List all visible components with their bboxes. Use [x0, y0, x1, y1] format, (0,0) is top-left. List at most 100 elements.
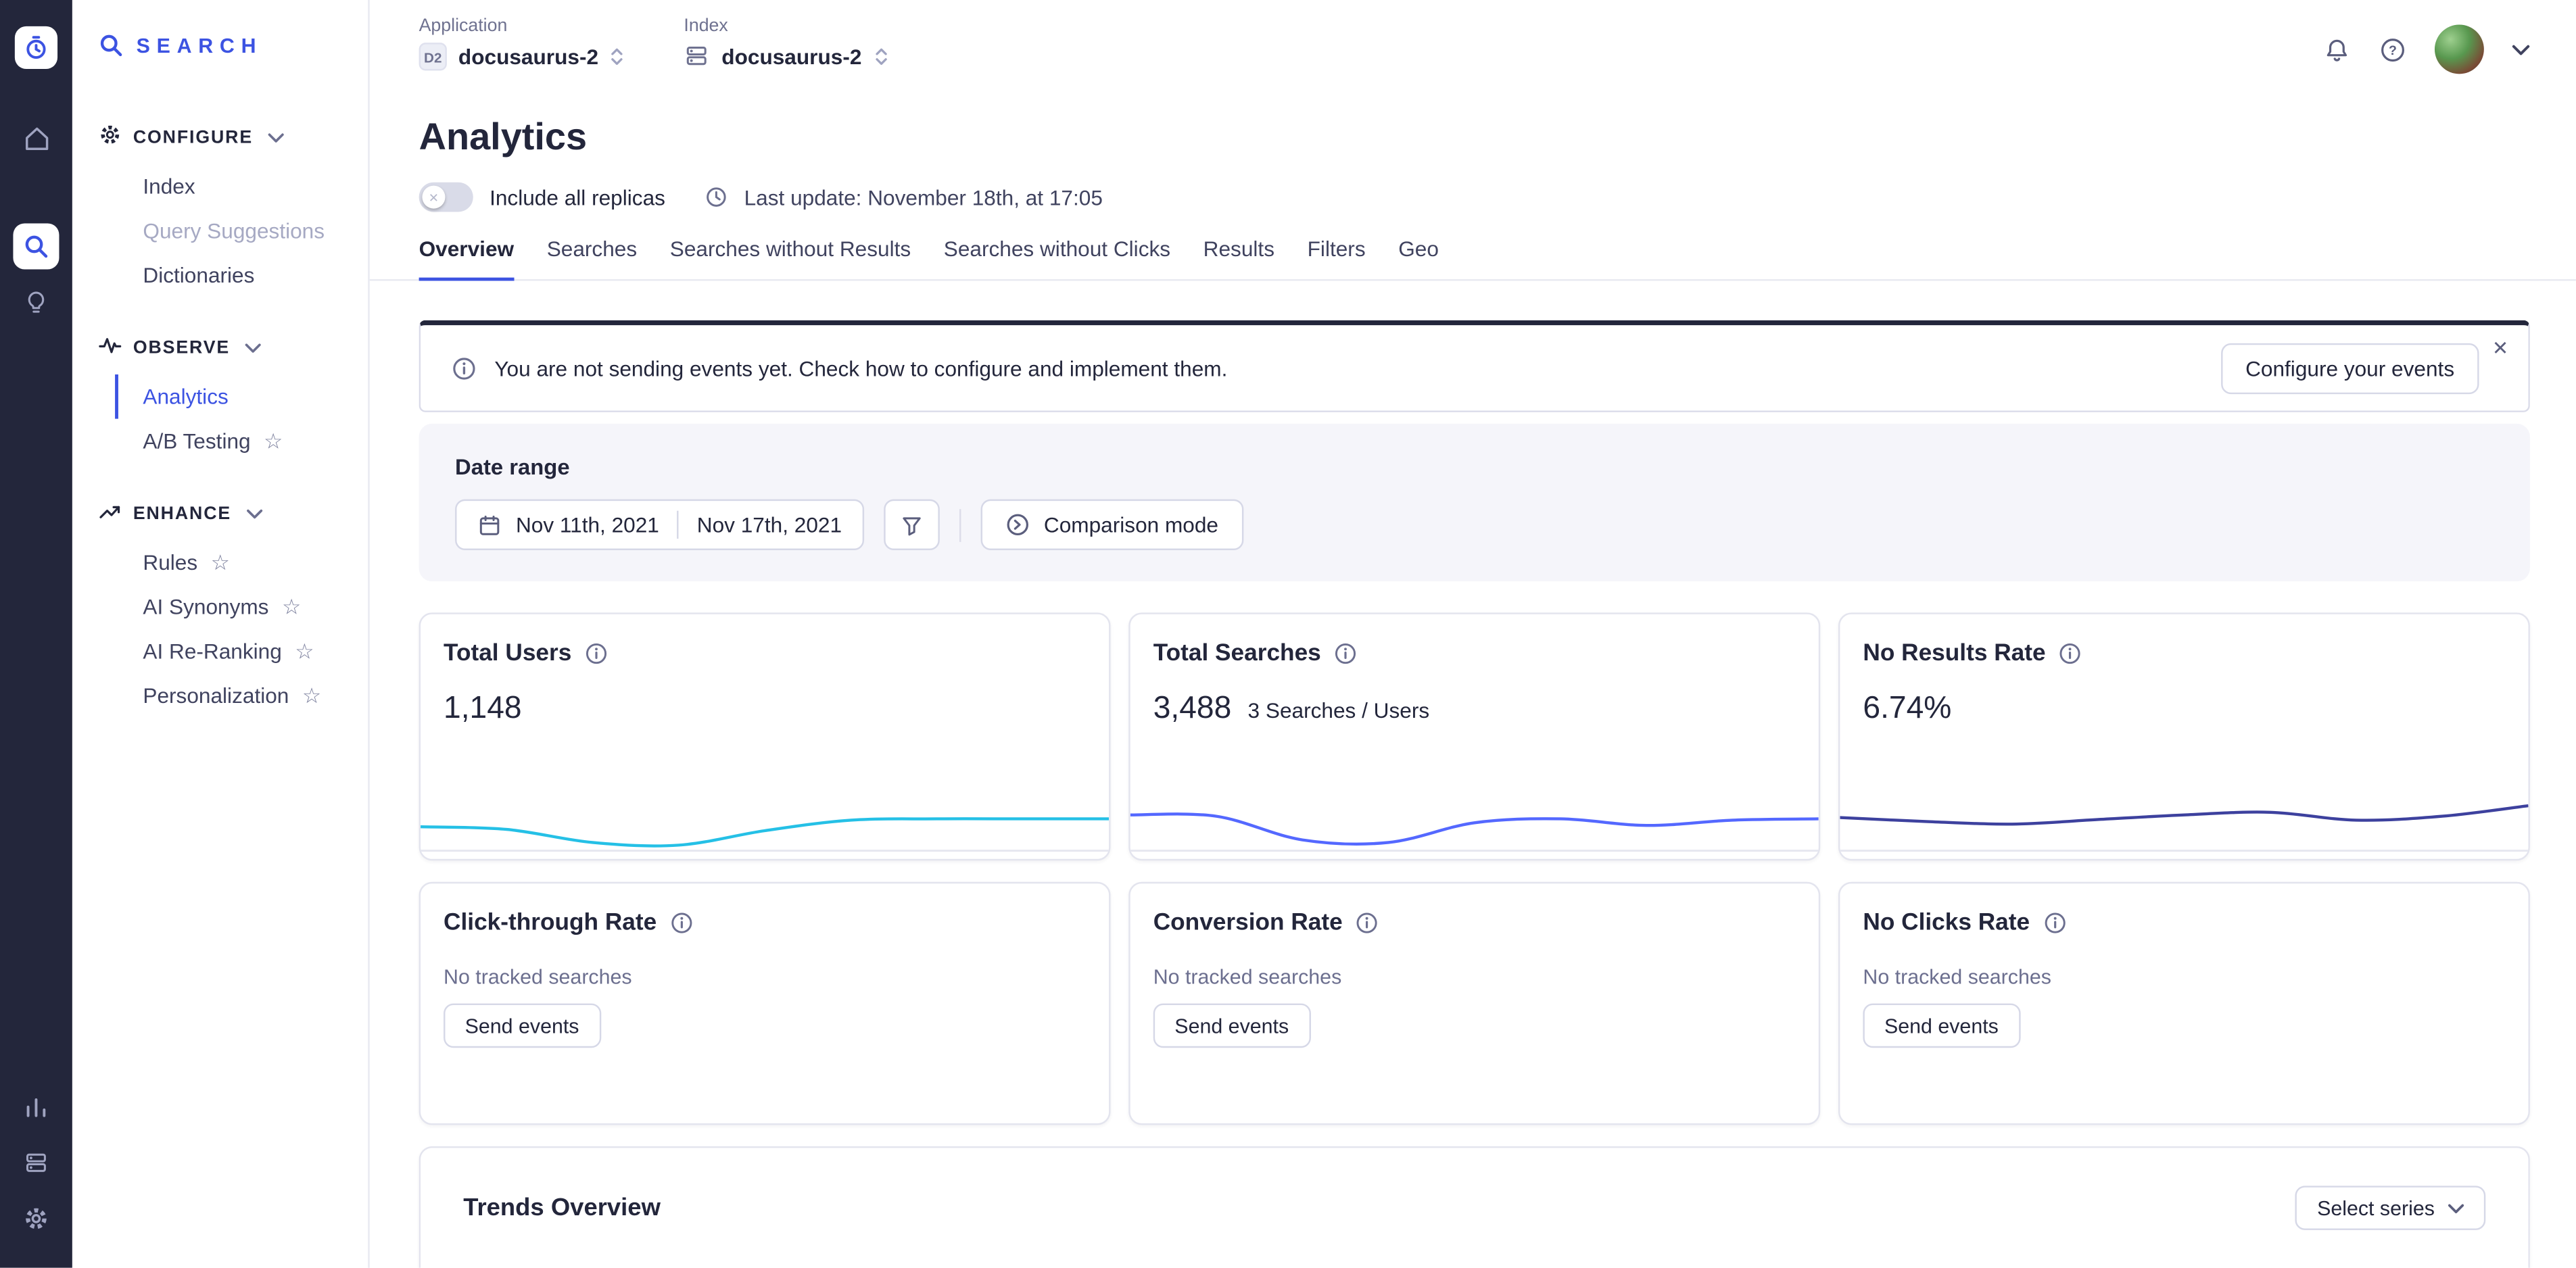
settings-gear-icon[interactable]: [13, 1196, 59, 1242]
application-selector[interactable]: Application D2 docusaurus-2: [419, 16, 625, 70]
page-header: Analytics ✕ Include all replicas Last up…: [370, 92, 2576, 212]
select-series-dropdown[interactable]: Select series: [2295, 1186, 2485, 1230]
date-range-picker[interactable]: Nov 11th, 2021 Nov 17th, 2021: [455, 499, 865, 550]
sidebar-item-query-suggestions[interactable]: Query Suggestions: [115, 209, 368, 253]
click-through-rate-card: Click-through Rate No tracked searches S…: [419, 882, 1111, 1125]
home-icon[interactable]: [13, 115, 59, 161]
rail-top: [13, 26, 59, 325]
card-title: Total Users: [444, 641, 571, 667]
sidebar-section-configure: CONFIGURE Index Query Suggestions Dictio…: [72, 123, 368, 297]
info-icon[interactable]: [2059, 642, 2082, 665]
clock-icon: [705, 186, 728, 209]
chevron-down-icon: [268, 132, 284, 143]
info-icon[interactable]: [670, 912, 693, 935]
total-searches-sparkline: [1130, 773, 1819, 858]
search-product-logo[interactable]: SEARCH: [72, 33, 368, 57]
metric-value: 3,488: [1153, 691, 1232, 727]
date-range-panel: Date range Nov 11th, 2021 Nov 17th, 2021: [419, 424, 2530, 581]
configure-section-header[interactable]: CONFIGURE: [72, 123, 368, 151]
application-badge: D2: [419, 43, 447, 70]
tab-overview[interactable]: Overview: [419, 237, 515, 281]
banner-message: You are not sending events yet. Check ho…: [494, 356, 1227, 380]
send-events-button[interactable]: Send events: [1863, 1004, 2020, 1048]
metric-value: 1,148: [444, 691, 522, 727]
analytics-dashboard: SEARCH CONFIGURE Index Query Suggestions…: [0, 0, 2576, 1268]
database-icon[interactable]: [13, 1140, 59, 1186]
sidebar-item-analytics[interactable]: Analytics: [115, 374, 368, 419]
metric-subtext: 3 Searches / Users: [1248, 698, 1430, 723]
total-users-sparkline: [421, 773, 1109, 858]
chevron-down-icon: [2448, 1203, 2464, 1213]
card-title: No Results Rate: [1863, 641, 2045, 667]
comparison-label: Comparison mode: [1044, 512, 1218, 537]
configure-events-button[interactable]: Configure your events: [2221, 343, 2479, 393]
help-icon[interactable]: ?: [2379, 35, 2406, 63]
search-product-icon[interactable]: [13, 223, 59, 269]
sidebar-item-ab-testing[interactable]: A/B Testing ☆: [115, 419, 368, 464]
tab-searches-without-clicks[interactable]: Searches without Clicks: [944, 237, 1170, 281]
info-icon[interactable]: [2043, 912, 2066, 935]
index-selector[interactable]: Index docusaurus-2: [684, 16, 888, 69]
usage-chart-icon[interactable]: [13, 1084, 59, 1130]
total-searches-card: Total Searches 3,488 3 Searches / Users: [1128, 612, 1820, 860]
enhance-section-header[interactable]: ENHANCE: [72, 499, 368, 527]
comparison-mode-button[interactable]: Comparison mode: [982, 499, 1243, 550]
card-title: Click-through Rate: [444, 910, 657, 936]
rail-bottom: [13, 1084, 59, 1242]
topbar-actions: ?: [2323, 16, 2530, 74]
filter-button[interactable]: [884, 499, 940, 550]
sidebar-item-ai-re-ranking[interactable]: AI Re-Ranking ☆: [115, 629, 368, 674]
tab-results[interactable]: Results: [1203, 237, 1274, 281]
index-icon: [684, 43, 710, 69]
tab-geo[interactable]: Geo: [1398, 237, 1439, 281]
tab-filters[interactable]: Filters: [1308, 237, 1366, 281]
send-events-button[interactable]: Send events: [1153, 1004, 1310, 1048]
tab-searches[interactable]: Searches: [547, 237, 637, 281]
include-replicas-toggle[interactable]: ✕: [419, 182, 473, 212]
no-results-rate-card: No Results Rate 6.74%: [1838, 612, 2530, 860]
calendar-icon: [478, 513, 501, 536]
sidebar-item-index[interactable]: Index: [115, 164, 368, 209]
chevron-down-icon: [245, 343, 261, 353]
avatar[interactable]: [2435, 24, 2484, 74]
sidebar-item-personalization[interactable]: Personalization ☆: [115, 673, 368, 718]
sidebar-item-ai-synonyms[interactable]: AI Synonyms ☆: [115, 585, 368, 629]
observe-section-header[interactable]: OBSERVE: [72, 333, 368, 361]
sidebar-item-dictionaries[interactable]: Dictionaries: [115, 253, 368, 297]
sidebar-section-enhance: ENHANCE Rules ☆ AI Synonyms ☆ AI: [72, 499, 368, 718]
notifications-bell-icon[interactable]: [2323, 35, 2351, 63]
no-results-rate-sparkline: [1840, 773, 2528, 858]
last-update-text: Last update: November 18th, at 17:05: [744, 185, 1103, 209]
application-label: Application: [419, 16, 625, 36]
metric-value: 6.74%: [1863, 691, 1951, 727]
chevron-down-icon[interactable]: [2512, 43, 2530, 55]
topbar: Application D2 docusaurus-2 Index docusa…: [370, 0, 2576, 92]
sidebar-nav: CONFIGURE Index Query Suggestions Dictio…: [72, 123, 368, 718]
card-title: Conversion Rate: [1153, 910, 1343, 936]
select-chevrons-icon: [610, 46, 625, 68]
chevron-down-icon: [246, 508, 262, 518]
trends-title: Trends Overview: [463, 1194, 661, 1221]
close-icon[interactable]: ✕: [2492, 339, 2508, 358]
total-users-card: Total Users 1,148: [419, 612, 1111, 860]
stopwatch-icon: [23, 34, 49, 61]
send-events-button[interactable]: Send events: [444, 1004, 600, 1048]
lightbulb-icon[interactable]: [13, 279, 59, 325]
card-title: No Clicks Rate: [1863, 910, 2030, 936]
index-value: docusaurus-2: [721, 43, 861, 68]
info-icon[interactable]: [1334, 642, 1357, 665]
brand-label: SEARCH: [137, 34, 263, 57]
funnel-icon: [901, 513, 924, 536]
algolia-logo[interactable]: [15, 26, 57, 69]
date-start: Nov 11th, 2021: [516, 512, 659, 537]
tabs: Overview Searches Searches without Resul…: [370, 237, 2576, 281]
tab-searches-without-results[interactable]: Searches without Results: [670, 237, 911, 281]
no-clicks-rate-card: No Clicks Rate No tracked searches Send …: [1838, 882, 2530, 1125]
sidebar-item-rules[interactable]: Rules ☆: [115, 540, 368, 585]
pulse-icon: [99, 333, 122, 361]
info-icon: [452, 356, 476, 380]
info-icon[interactable]: [585, 642, 608, 665]
star-icon: ☆: [211, 552, 230, 573]
info-icon[interactable]: [1356, 912, 1379, 935]
section-label: CONFIGURE: [133, 127, 253, 147]
